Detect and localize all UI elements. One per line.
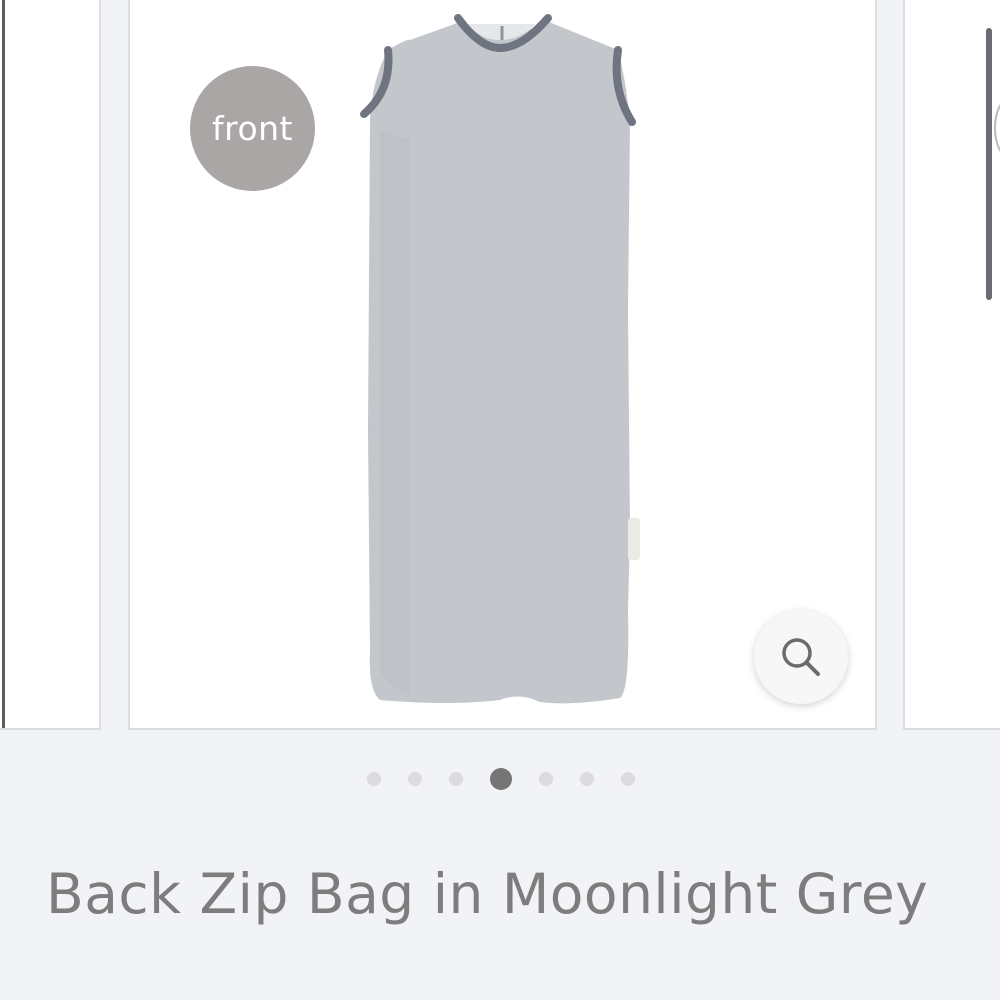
pagination-dot[interactable] — [367, 772, 381, 786]
previous-slide-peek[interactable] — [0, 0, 101, 730]
pagination-dot[interactable] — [449, 772, 463, 786]
front-view-badge: front — [190, 66, 315, 191]
sleep-bag-shade — [380, 130, 410, 694]
product-image-carousel[interactable]: front — [0, 0, 1000, 732]
pagination-dot-active[interactable] — [490, 768, 512, 790]
search-icon — [782, 638, 820, 676]
front-badge-label: front — [211, 109, 293, 148]
garment-tag — [628, 518, 640, 560]
scrollbar-thumb[interactable] — [986, 28, 992, 300]
product-image[interactable] — [350, 10, 650, 710]
pagination-dot[interactable] — [539, 772, 553, 786]
pagination-dot[interactable] — [580, 772, 594, 786]
carousel-pagination — [0, 768, 1000, 792]
product-title: Back Zip Bag in Moonlight Grey — [46, 862, 929, 926]
pagination-dot[interactable] — [621, 772, 635, 786]
zoom-button[interactable] — [754, 610, 848, 704]
pagination-dot[interactable] — [408, 772, 422, 786]
